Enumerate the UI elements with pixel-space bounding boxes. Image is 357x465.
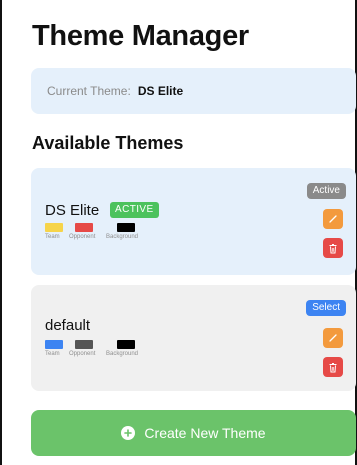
available-themes-heading: Available Themes bbox=[32, 133, 184, 153]
team-swatch-label: Team bbox=[45, 351, 60, 357]
trash-icon bbox=[329, 362, 337, 372]
delete-theme-button[interactable] bbox=[323, 238, 343, 258]
active-badge: ACTIVE bbox=[110, 202, 159, 218]
background-swatch-label: Background bbox=[106, 234, 139, 240]
team-color-swatch bbox=[45, 223, 63, 232]
delete-theme-button[interactable] bbox=[323, 357, 343, 377]
theme-name: DS Elite bbox=[45, 202, 100, 219]
current-theme-value: DS Elite bbox=[137, 84, 184, 98]
team-color-swatch bbox=[45, 340, 63, 349]
page-title: Theme Manager bbox=[32, 20, 249, 52]
plus-circle-icon bbox=[121, 426, 136, 440]
theme-card-default: default Team Opponent Background Select bbox=[31, 285, 356, 391]
pencil-icon bbox=[329, 334, 337, 342]
edit-theme-button[interactable] bbox=[323, 209, 343, 229]
current-theme-panel: Current Theme: DS Elite bbox=[31, 68, 356, 114]
current-theme-label: Current Theme: bbox=[47, 84, 131, 98]
theme-name: default bbox=[45, 317, 91, 334]
pencil-icon bbox=[329, 215, 337, 223]
background-color-swatch bbox=[117, 223, 135, 232]
team-swatch-label: Team bbox=[45, 234, 60, 240]
active-state-button[interactable]: Active bbox=[306, 183, 346, 199]
opponent-swatch-label: Opponent bbox=[69, 234, 96, 240]
opponent-color-swatch bbox=[75, 223, 93, 232]
theme-manager-screen: Theme Manager Current Theme: DS Elite Av… bbox=[0, 0, 357, 465]
background-color-swatch bbox=[117, 340, 135, 349]
select-theme-button[interactable]: Select bbox=[306, 300, 346, 316]
edit-theme-button[interactable] bbox=[323, 328, 343, 348]
background-swatch-label: Background bbox=[106, 351, 139, 357]
theme-card-ds-elite: DS Elite ACTIVE Team Opponent Background… bbox=[31, 168, 356, 275]
trash-icon bbox=[329, 243, 337, 253]
create-new-theme-button[interactable]: Create New Theme bbox=[31, 410, 356, 456]
opponent-color-swatch bbox=[75, 340, 93, 349]
opponent-swatch-label: Opponent bbox=[69, 351, 96, 357]
create-new-theme-label: Create New Theme bbox=[144, 425, 266, 441]
